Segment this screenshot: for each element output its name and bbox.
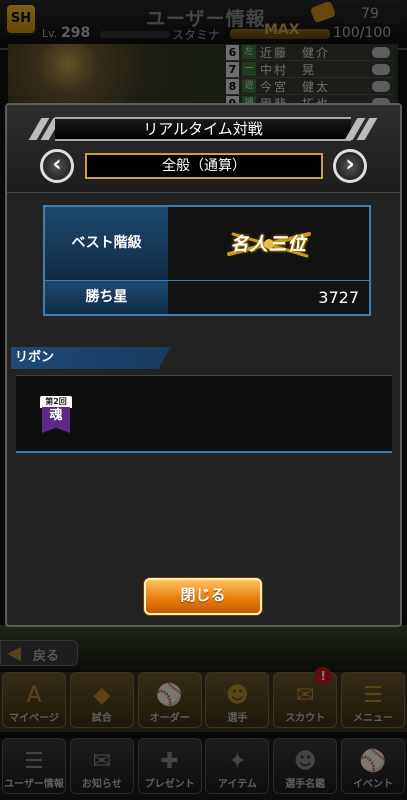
chevron-right-icon: › — [345, 152, 355, 177]
category-label: 全般（通算） — [85, 153, 323, 179]
close-button[interactable]: 閉じる — [144, 578, 262, 615]
best-rank-label: ベスト階級 — [45, 207, 168, 280]
rank-emblem: 名人三位 — [223, 224, 315, 264]
ribbon-section-header: リボン — [11, 347, 171, 369]
ribbon-badge[interactable]: 第2回 魂 — [40, 396, 72, 434]
dialog-header: リアルタイム対戦 ‹ 全般（通算） › — [7, 105, 400, 193]
prev-category-button[interactable]: ‹ — [40, 149, 74, 183]
best-rank-value: 名人三位 — [230, 233, 307, 255]
ribbon-top-label: 第2回 — [40, 396, 72, 408]
next-category-button[interactable]: › — [333, 149, 367, 183]
ribbon-main-label: 魂 — [42, 407, 70, 433]
stats-table: ベスト階級 名人三位 勝ち星 3727 — [43, 205, 371, 316]
dialog-title: リアルタイム対戦 — [55, 117, 351, 141]
best-rank-cell: 名人三位 — [168, 207, 369, 280]
ribbon-panel: 第2回 魂 — [16, 375, 392, 453]
chevron-left-icon: ‹ — [52, 152, 62, 177]
wins-value: 3727 — [168, 281, 369, 314]
realtime-battle-dialog: リアルタイム対戦 ‹ 全般（通算） › ベスト階級 名人三位 勝ち星 3727 … — [5, 103, 402, 627]
wins-label: 勝ち星 — [45, 281, 168, 314]
